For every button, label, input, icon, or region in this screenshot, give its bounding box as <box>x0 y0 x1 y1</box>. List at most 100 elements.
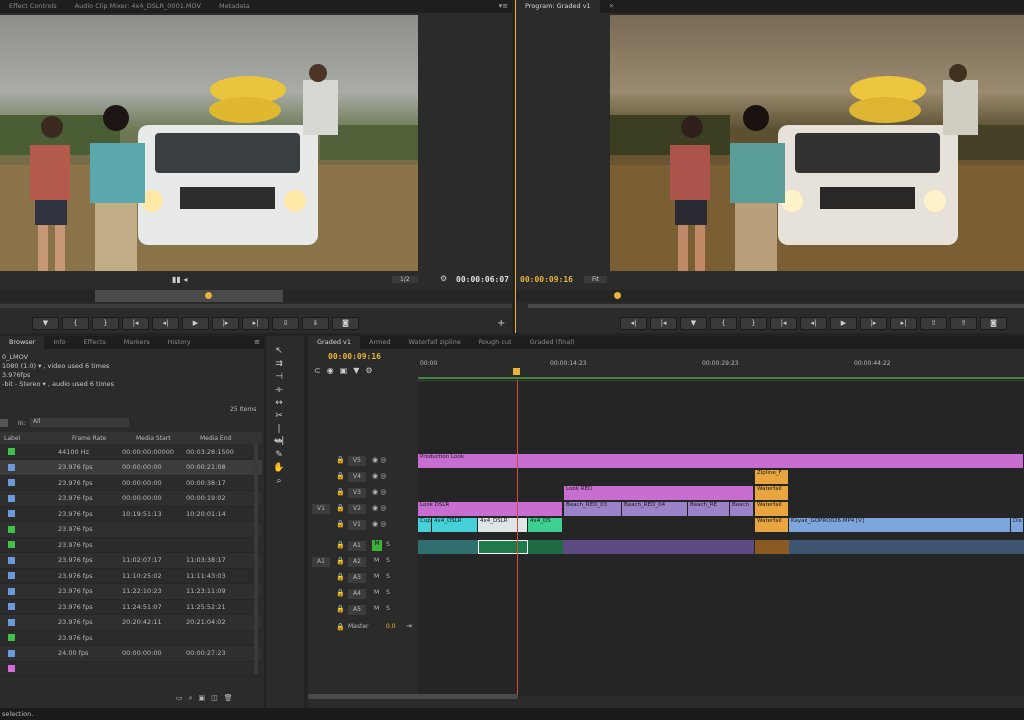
work-area-bar[interactable] <box>418 377 1024 379</box>
project-scrollbar[interactable] <box>254 444 258 674</box>
lock-icon[interactable]: 🔒 <box>336 605 345 613</box>
slip-tool-icon[interactable]: |↔| <box>273 423 285 446</box>
lock-icon[interactable]: 🔒 <box>336 488 345 496</box>
label-color-swatch[interactable] <box>8 634 15 642</box>
solo-toggle[interactable]: S <box>386 589 390 596</box>
track-label-a1[interactable]: A1 <box>348 541 366 551</box>
eye-icon[interactable]: ◉ ◎ <box>372 456 386 464</box>
mute-toggle[interactable]: M <box>374 557 379 564</box>
timeline-ruler[interactable]: 00:00 00:00:14:23 00:00:29:23 00:00:44:2… <box>418 356 1024 381</box>
audio-clip-a1-6[interactable] <box>789 540 1024 554</box>
clip-beach-4[interactable]: Beach <box>730 502 754 516</box>
project-row[interactable]: 23.976 fps 10:19:51:13 10:20:01:14 <box>0 506 262 523</box>
project-row[interactable]: 23.976 fps 11:24:51:07 11:25:52:21 <box>0 599 262 616</box>
lock-icon[interactable]: 🔒 <box>336 456 345 464</box>
go-to-in-button[interactable]: |◂ <box>122 317 149 330</box>
clip-kayak[interactable]: Kayak_GOPRO026.MP4 [V] <box>789 518 1011 532</box>
lock-icon[interactable]: 🔒 <box>336 573 345 581</box>
project-row[interactable]: 23.976 fps <box>0 630 262 647</box>
clip-4x4-dslr-1[interactable]: 4x4_DSLR <box>432 518 478 532</box>
track-label-a3[interactable]: A3 <box>348 573 366 583</box>
project-row[interactable]: 23.976 fps 11:02:07:17 11:03:38:17 <box>0 552 262 569</box>
audio-clip-a1-2[interactable] <box>478 540 528 554</box>
mute-toggle[interactable]: M <box>374 573 379 580</box>
linked-selection-icon[interactable]: ◉ <box>327 366 334 375</box>
search-field[interactable] <box>0 419 8 427</box>
program-timecode[interactable]: 00:00:09:16 <box>520 275 573 284</box>
clip-beach-red-3[interactable]: Beach_RE <box>688 502 730 516</box>
clip-end[interactable]: Dis <box>1011 518 1024 532</box>
label-color-swatch[interactable] <box>8 618 15 626</box>
prog-step-fwd-button[interactable]: |▸ <box>860 317 887 330</box>
snap-icon[interactable]: ⊂ <box>314 366 321 375</box>
mark-in-button[interactable]: { <box>62 317 89 330</box>
project-row[interactable]: 44100 Hz 00:00:00:00000 00:03:28:1500 <box>0 444 262 461</box>
project-row[interactable] <box>0 661 262 678</box>
rate-stretch-tool-icon[interactable]: ↔ <box>273 397 285 409</box>
program-scrollbar[interactable] <box>528 304 1024 308</box>
clip-waterfall-v1[interactable]: Waterfall <box>755 518 789 532</box>
clip-look-red[interactable]: Look RED <box>564 486 754 500</box>
tab-waterfall-zipline[interactable]: Waterfall zipline <box>399 336 469 349</box>
clip-waterfall-v2[interactable]: Waterfall <box>755 502 789 516</box>
col-frame-rate[interactable]: Frame Rate <box>72 435 136 442</box>
tab-history[interactable]: History <box>159 336 200 349</box>
prog-go-prev-button[interactable]: |◂ <box>770 317 797 330</box>
tab-audio-clip-mixer[interactable]: Audio Clip Mixer: 4x4_DSLR_0001.MOV <box>66 0 210 13</box>
project-row[interactable]: 23.976 fps 11:10:25:02 11:11:43:03 <box>0 568 262 585</box>
razor-tool-icon[interactable]: ✂ <box>273 410 285 422</box>
prog-play-button[interactable]: ▶ <box>830 317 857 330</box>
step-forward-button[interactable]: |▸ <box>212 317 239 330</box>
solo-toggle[interactable]: S <box>386 541 390 548</box>
eye-icon[interactable]: ◉ ◎ <box>372 504 386 512</box>
audio-clip-a1-1[interactable] <box>418 540 478 554</box>
track-label-a2[interactable]: A2 <box>348 557 366 567</box>
track-select-tool-icon[interactable]: ⇉ <box>273 358 285 370</box>
prog-mark-in-button[interactable]: { <box>710 317 737 330</box>
prog-step-back-button[interactable]: ◂| <box>800 317 827 330</box>
eye-icon[interactable]: ◉ ◎ <box>372 472 386 480</box>
program-time-ruler[interactable] <box>516 290 1024 302</box>
clip-4x4-dslr-2[interactable]: 4x4_DSLR <box>478 518 528 532</box>
label-color-swatch[interactable] <box>8 479 15 487</box>
tab-graded-final[interactable]: Graded (final) <box>521 336 584 349</box>
source-playhead[interactable] <box>205 292 212 299</box>
audio-clip-a1-4[interactable] <box>563 540 754 554</box>
track-label-v5[interactable]: V5 <box>348 456 366 466</box>
project-row[interactable]: 23.976 fps <box>0 521 262 538</box>
folder-icon[interactable]: ▣ <box>199 694 206 703</box>
play-indicator-icon[interactable]: ▮▮ ◂ <box>172 275 187 284</box>
prog-extract-button[interactable]: ⇪ <box>950 317 977 330</box>
tab-metadata[interactable]: Metadata <box>210 0 259 13</box>
export-frame-button[interactable]: ◙ <box>332 317 359 330</box>
solo-toggle[interactable]: S <box>386 573 390 580</box>
panel-menu-icon[interactable]: ▾≡ <box>499 2 508 10</box>
clip-beach-red-2[interactable]: Beach_RED_04 <box>622 502 688 516</box>
tab-graded-v1[interactable]: Graded v1 <box>308 336 360 349</box>
project-menu-icon[interactable]: ≡ <box>254 338 260 346</box>
timeline-playhead-line[interactable] <box>517 380 518 698</box>
source-patch-v[interactable]: V1 <box>312 504 330 514</box>
go-to-out-button[interactable]: ▸| <box>242 317 269 330</box>
insert-button[interactable]: ⇩ <box>272 317 299 330</box>
mute-toggle[interactable]: M <box>374 589 379 596</box>
eye-icon[interactable]: ◉ ◎ <box>372 520 386 528</box>
hand-tool-icon[interactable]: ✋ <box>273 462 285 474</box>
project-row[interactable]: 23.976 fps 00:00:00:00 00:00:21:08 <box>0 459 262 476</box>
clip-production-look[interactable]: Production Look <box>418 454 1024 468</box>
lock-icon[interactable]: 🔒 <box>336 472 345 480</box>
marker-icon[interactable]: ▼ <box>353 366 359 375</box>
add-marker-icon[interactable]: ▣ <box>340 366 348 375</box>
lock-icon[interactable]: 🔒 <box>336 541 345 549</box>
label-color-swatch[interactable] <box>8 572 15 580</box>
master-end-icon[interactable]: ⇥ <box>406 622 412 630</box>
source-time-ruler[interactable] <box>0 290 512 302</box>
tab-armed[interactable]: Armed <box>360 336 399 349</box>
label-color-swatch[interactable] <box>8 665 15 673</box>
prog-go-in-button[interactable]: |◂ <box>650 317 677 330</box>
project-row[interactable]: 23.976 fps 20:20:42:11 20:21:04:02 <box>0 614 262 631</box>
prog-mark-out-button[interactable]: } <box>740 317 767 330</box>
label-color-swatch[interactable] <box>8 510 15 518</box>
tab-browser[interactable]: Browser <box>0 336 45 349</box>
tab-program[interactable]: Program: Graded v1 <box>516 0 600 13</box>
